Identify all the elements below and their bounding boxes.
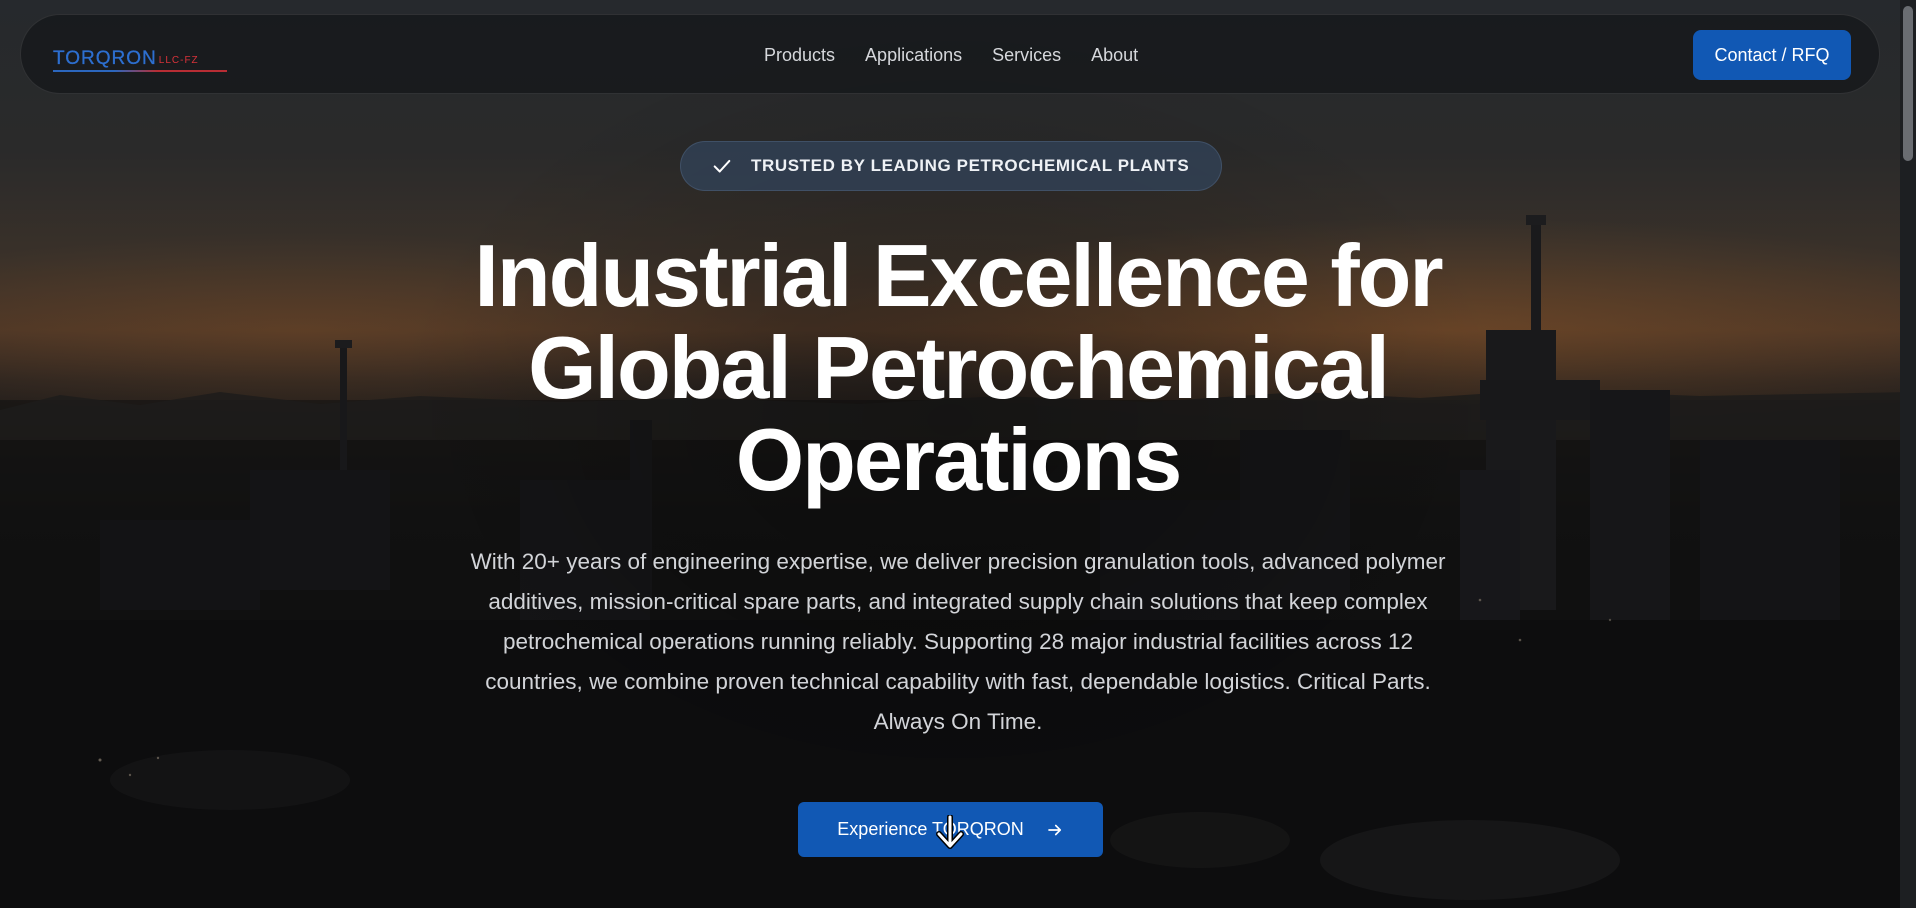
- arrow-right-icon: [1047, 824, 1061, 835]
- logo-suffix: LLC-FZ: [158, 55, 199, 66]
- cta-label: Experience TORQRON: [837, 819, 1024, 839]
- nav-link-about[interactable]: About: [1091, 43, 1138, 67]
- hero-headline-line-2: Global Petrochemical: [528, 318, 1390, 417]
- contact-rfq-button[interactable]: Contact / RFQ: [1693, 30, 1851, 80]
- nav-links: Products Applications Services About: [764, 43, 1138, 67]
- check-icon: [713, 159, 731, 173]
- logo[interactable]: TORQRON LLC-FZ: [53, 44, 227, 72]
- logo-wordmark: TORQRON: [53, 48, 157, 69]
- trust-badge: TRUSTED BY LEADING PETROCHEMICAL PLANTS: [680, 141, 1222, 191]
- navbar: TORQRON LLC-FZ Products Applications Ser…: [20, 14, 1880, 94]
- nav-link-products[interactable]: Products: [764, 43, 835, 67]
- hero-headline-line-1: Industrial Excellence for: [474, 226, 1443, 325]
- logo-underline: [53, 70, 227, 72]
- nav-link-services[interactable]: Services: [992, 43, 1061, 67]
- trust-badge-text: TRUSTED BY LEADING PETROCHEMICAL PLANTS: [751, 156, 1190, 175]
- scrollbar-thumb[interactable]: [1903, 6, 1913, 161]
- hero-headline: Industrial Excellence for Global Petroch…: [358, 230, 1558, 506]
- arrow-down-icon[interactable]: [935, 815, 965, 849]
- hero-description: With 20+ years of engineering expertise,…: [470, 549, 1446, 734]
- nav-link-applications[interactable]: Applications: [865, 43, 962, 67]
- scrollbar[interactable]: [1900, 0, 1916, 908]
- hero-headline-line-3: Operations: [735, 410, 1183, 509]
